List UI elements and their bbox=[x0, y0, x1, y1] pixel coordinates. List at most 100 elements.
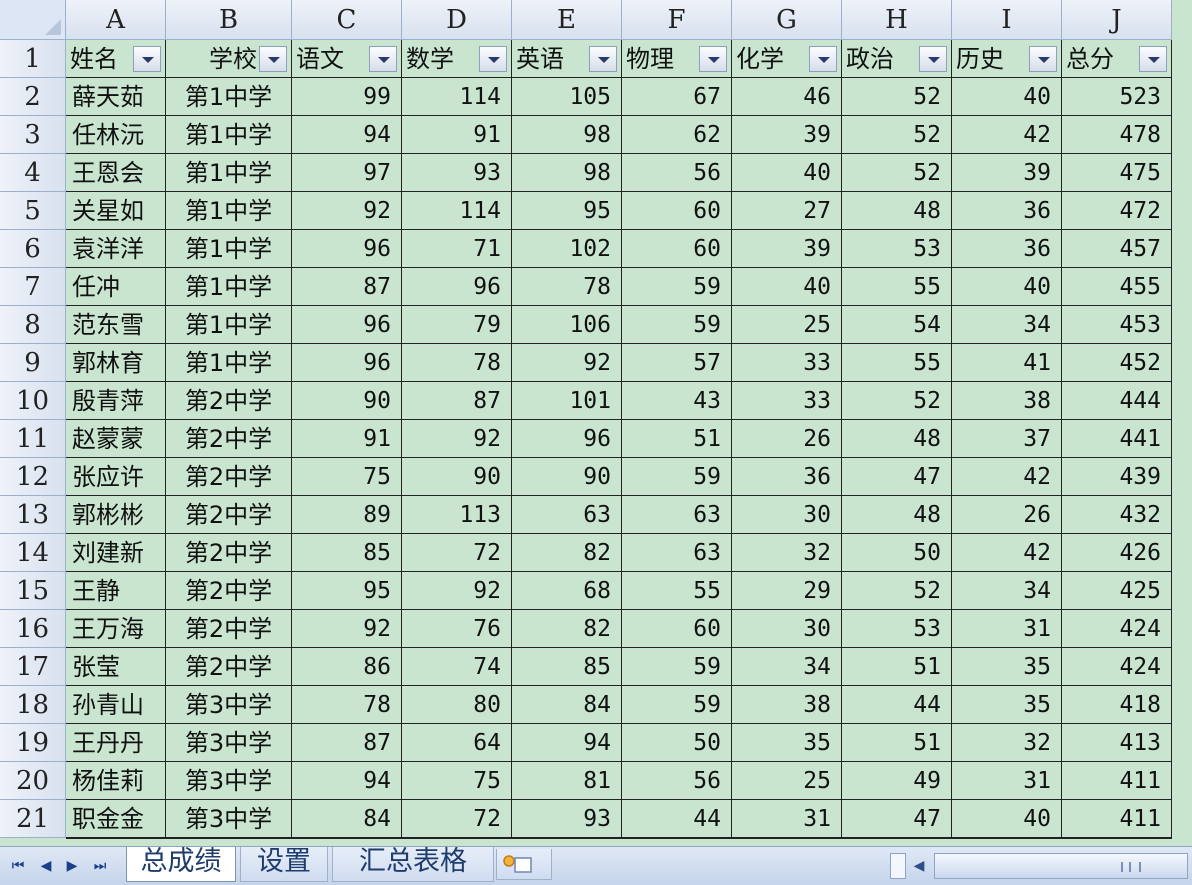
cell-A14[interactable]: 刘建新 bbox=[66, 534, 166, 572]
cell-I18[interactable]: 35 bbox=[952, 686, 1062, 724]
cell-I20[interactable]: 31 bbox=[952, 762, 1062, 800]
header-cell-J[interactable]: 总分 bbox=[1062, 40, 1172, 78]
cell-C13[interactable]: 89 bbox=[292, 496, 402, 534]
cell-A9[interactable]: 郭林育 bbox=[66, 344, 166, 382]
cell-D15[interactable]: 92 bbox=[402, 572, 512, 610]
cell-F8[interactable]: 59 bbox=[622, 306, 732, 344]
cell-D2[interactable]: 114 bbox=[402, 78, 512, 116]
cell-D21[interactable]: 72 bbox=[402, 800, 512, 838]
header-cell-I[interactable]: 历史 bbox=[952, 40, 1062, 78]
cell-I13[interactable]: 26 bbox=[952, 496, 1062, 534]
cell-F2[interactable]: 67 bbox=[622, 78, 732, 116]
cell-G16[interactable]: 30 bbox=[732, 610, 842, 648]
cell-A6[interactable]: 袁洋洋 bbox=[66, 230, 166, 268]
cell-I19[interactable]: 32 bbox=[952, 724, 1062, 762]
cell-G13[interactable]: 30 bbox=[732, 496, 842, 534]
cell-B16[interactable]: 第2中学 bbox=[166, 610, 292, 648]
scroll-left-icon[interactable]: ◀ bbox=[910, 857, 928, 875]
cell-I7[interactable]: 40 bbox=[952, 268, 1062, 306]
cell-B12[interactable]: 第2中学 bbox=[166, 458, 292, 496]
cell-C12[interactable]: 75 bbox=[292, 458, 402, 496]
filter-dropdown-icon[interactable] bbox=[809, 46, 837, 72]
row-header-4[interactable]: 4 bbox=[0, 154, 66, 192]
cell-I5[interactable]: 36 bbox=[952, 192, 1062, 230]
cell-A20[interactable]: 杨佳莉 bbox=[66, 762, 166, 800]
cell-J7[interactable]: 455 bbox=[1062, 268, 1172, 306]
cell-C18[interactable]: 78 bbox=[292, 686, 402, 724]
cell-B11[interactable]: 第2中学 bbox=[166, 420, 292, 458]
cell-F15[interactable]: 55 bbox=[622, 572, 732, 610]
filter-dropdown-icon[interactable] bbox=[369, 46, 397, 72]
cell-B3[interactable]: 第1中学 bbox=[166, 116, 292, 154]
cell-G14[interactable]: 32 bbox=[732, 534, 842, 572]
cell-D13[interactable]: 113 bbox=[402, 496, 512, 534]
cell-C5[interactable]: 92 bbox=[292, 192, 402, 230]
cell-H2[interactable]: 52 bbox=[842, 78, 952, 116]
cell-F19[interactable]: 50 bbox=[622, 724, 732, 762]
cell-H4[interactable]: 52 bbox=[842, 154, 952, 192]
cell-H21[interactable]: 47 bbox=[842, 800, 952, 838]
header-cell-C[interactable]: 语文 bbox=[292, 40, 402, 78]
cell-I4[interactable]: 39 bbox=[952, 154, 1062, 192]
row-header-1[interactable]: 1 bbox=[0, 40, 66, 78]
cell-G20[interactable]: 25 bbox=[732, 762, 842, 800]
cell-G6[interactable]: 39 bbox=[732, 230, 842, 268]
row-header-3[interactable]: 3 bbox=[0, 116, 66, 154]
cell-C10[interactable]: 90 bbox=[292, 382, 402, 420]
scroll-thumb[interactable] bbox=[934, 853, 1188, 879]
cell-A13[interactable]: 郭彬彬 bbox=[66, 496, 166, 534]
cell-C20[interactable]: 94 bbox=[292, 762, 402, 800]
filter-dropdown-icon[interactable] bbox=[1029, 46, 1057, 72]
cell-E15[interactable]: 68 bbox=[512, 572, 622, 610]
filter-dropdown-icon[interactable] bbox=[133, 46, 161, 72]
cell-E8[interactable]: 106 bbox=[512, 306, 622, 344]
cell-F13[interactable]: 63 bbox=[622, 496, 732, 534]
cell-F18[interactable]: 59 bbox=[622, 686, 732, 724]
cell-F3[interactable]: 62 bbox=[622, 116, 732, 154]
row-header-14[interactable]: 14 bbox=[0, 534, 66, 572]
cell-A8[interactable]: 范东雪 bbox=[66, 306, 166, 344]
cell-C21[interactable]: 84 bbox=[292, 800, 402, 838]
cell-J15[interactable]: 425 bbox=[1062, 572, 1172, 610]
cell-D4[interactable]: 93 bbox=[402, 154, 512, 192]
column-header-I[interactable]: I bbox=[952, 0, 1062, 40]
cell-F17[interactable]: 59 bbox=[622, 648, 732, 686]
cell-H7[interactable]: 55 bbox=[842, 268, 952, 306]
cell-E13[interactable]: 63 bbox=[512, 496, 622, 534]
cell-G18[interactable]: 38 bbox=[732, 686, 842, 724]
cell-I21[interactable]: 40 bbox=[952, 800, 1062, 838]
cell-E9[interactable]: 92 bbox=[512, 344, 622, 382]
cell-B10[interactable]: 第2中学 bbox=[166, 382, 292, 420]
cell-B17[interactable]: 第2中学 bbox=[166, 648, 292, 686]
cell-H20[interactable]: 49 bbox=[842, 762, 952, 800]
cell-E19[interactable]: 94 bbox=[512, 724, 622, 762]
cell-B7[interactable]: 第1中学 bbox=[166, 268, 292, 306]
cell-D14[interactable]: 72 bbox=[402, 534, 512, 572]
cell-I6[interactable]: 36 bbox=[952, 230, 1062, 268]
cell-H17[interactable]: 51 bbox=[842, 648, 952, 686]
cell-B4[interactable]: 第1中学 bbox=[166, 154, 292, 192]
cell-F11[interactable]: 51 bbox=[622, 420, 732, 458]
row-header-17[interactable]: 17 bbox=[0, 648, 66, 686]
cell-H6[interactable]: 53 bbox=[842, 230, 952, 268]
row-header-12[interactable]: 12 bbox=[0, 458, 66, 496]
cell-C9[interactable]: 96 bbox=[292, 344, 402, 382]
cell-I16[interactable]: 31 bbox=[952, 610, 1062, 648]
column-header-B[interactable]: B bbox=[166, 0, 292, 40]
row-header-8[interactable]: 8 bbox=[0, 306, 66, 344]
cell-J11[interactable]: 441 bbox=[1062, 420, 1172, 458]
column-header-G[interactable]: G bbox=[732, 0, 842, 40]
cell-C17[interactable]: 86 bbox=[292, 648, 402, 686]
cell-F5[interactable]: 60 bbox=[622, 192, 732, 230]
filter-dropdown-icon[interactable] bbox=[699, 46, 727, 72]
cell-G21[interactable]: 31 bbox=[732, 800, 842, 838]
cell-J2[interactable]: 523 bbox=[1062, 78, 1172, 116]
header-cell-A[interactable]: 姓名 bbox=[66, 40, 166, 78]
cell-B2[interactable]: 第1中学 bbox=[166, 78, 292, 116]
tab-split-handle[interactable] bbox=[890, 853, 906, 879]
filter-dropdown-icon[interactable] bbox=[479, 46, 507, 72]
cell-E11[interactable]: 96 bbox=[512, 420, 622, 458]
cell-A3[interactable]: 任林沅 bbox=[66, 116, 166, 154]
row-header-21[interactable]: 21 bbox=[0, 800, 66, 838]
cell-B14[interactable]: 第2中学 bbox=[166, 534, 292, 572]
